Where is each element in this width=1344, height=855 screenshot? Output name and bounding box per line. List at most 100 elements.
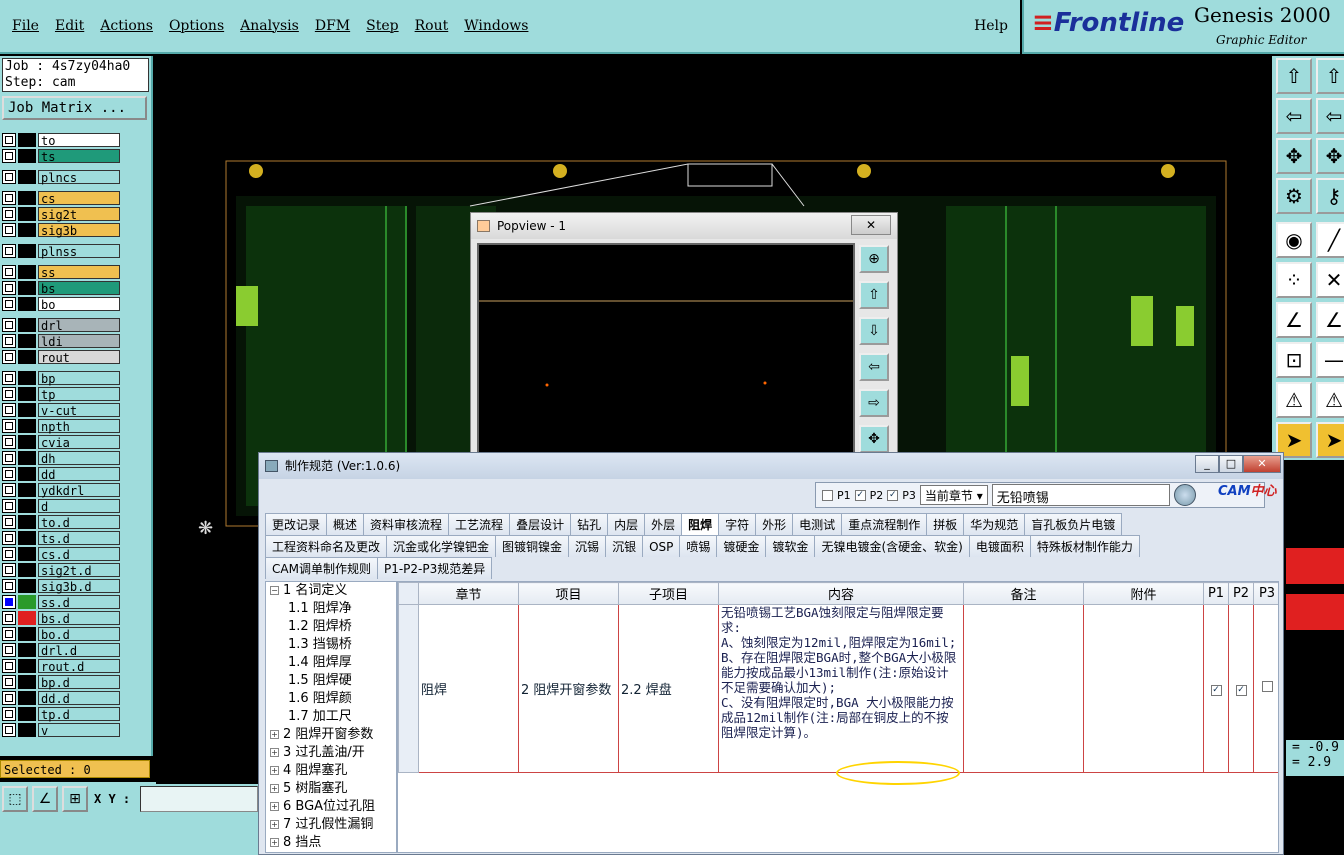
layer-name[interactable]: tp.d <box>38 707 120 722</box>
layer-swatch[interactable] <box>18 133 36 147</box>
expand-icon[interactable]: + <box>270 838 279 847</box>
layer-name[interactable]: v <box>38 723 120 738</box>
tab[interactable]: 概述 <box>326 513 365 535</box>
layer-checkbox[interactable] <box>2 675 16 689</box>
layer-swatch[interactable] <box>18 387 36 401</box>
layer-checkbox[interactable] <box>2 707 16 721</box>
pan-left-icon[interactable]: ⇦ <box>859 353 889 381</box>
layer-name[interactable]: drl.d <box>38 643 120 658</box>
layer-name[interactable]: to <box>38 133 120 148</box>
col-p2[interactable]: P2 <box>1228 582 1254 605</box>
line-icon[interactable]: ╱ <box>1316 222 1344 258</box>
layer-row[interactable]: sig3b <box>2 222 120 238</box>
layer-name[interactable]: plnss <box>38 244 120 259</box>
layer-swatch[interactable] <box>18 579 36 593</box>
layer-checkbox[interactable] <box>2 170 16 184</box>
tab[interactable]: 更改记录 <box>265 513 328 535</box>
row-p1-checkbox[interactable] <box>1210 685 1222 696</box>
expand-icon[interactable]: + <box>270 784 279 793</box>
col-remark[interactable]: 备注 <box>963 582 1084 605</box>
xy-input[interactable] <box>140 786 258 812</box>
layer-row[interactable]: dh <box>2 450 120 466</box>
scope-select[interactable]: 当前章节 ▾ <box>919 485 988 505</box>
layer-swatch[interactable] <box>18 318 36 332</box>
layer-checkbox[interactable] <box>2 659 16 673</box>
layer-checkbox[interactable] <box>2 547 16 561</box>
popview-canvas[interactable] <box>477 243 855 471</box>
tree-node[interactable]: +6 BGA位过孔阻 <box>266 798 396 816</box>
layer-checkbox[interactable] <box>2 691 16 705</box>
layer-swatch[interactable] <box>18 403 36 417</box>
layer-row[interactable]: cs <box>2 190 120 206</box>
layer-name[interactable]: ldi <box>38 334 120 349</box>
popview-close-button[interactable]: ✕ <box>851 215 891 235</box>
p1-checkbox[interactable] <box>822 489 833 501</box>
tab[interactable]: 字符 <box>718 513 757 535</box>
layer-name[interactable]: rout.d <box>38 659 120 674</box>
tree-node[interactable]: 1.7 加工尺 <box>266 708 396 726</box>
layer-row[interactable]: npth <box>2 418 120 434</box>
layer-row[interactable]: d <box>2 498 120 514</box>
fit-screen-icon[interactable]: ✥ <box>1276 138 1312 174</box>
layer-row[interactable]: dd <box>2 466 120 482</box>
menu-edit[interactable]: Edit <box>55 18 84 34</box>
menu-analysis[interactable]: Analysis <box>240 18 299 34</box>
menu-rout[interactable]: Rout <box>415 18 449 34</box>
layer-checkbox[interactable] <box>2 281 16 295</box>
layer-swatch[interactable] <box>18 207 36 221</box>
tab[interactable]: 镀软金 <box>765 535 816 557</box>
move-up-icon[interactable]: ⇧ <box>1276 58 1312 94</box>
layer-name[interactable]: rout <box>38 350 120 365</box>
layer-swatch[interactable] <box>18 467 36 481</box>
key-icon[interactable]: ⚷ <box>1316 178 1344 214</box>
layer-swatch[interactable] <box>18 515 36 529</box>
tab[interactable]: 电镀面积 <box>968 535 1031 557</box>
layer-swatch[interactable] <box>18 170 36 184</box>
layer-row[interactable]: ss <box>2 264 120 280</box>
warning-icon[interactable]: ⚠ <box>1276 382 1312 418</box>
tab[interactable]: 阻焊 <box>681 513 720 535</box>
layer-checkbox[interactable] <box>2 595 16 609</box>
layer-row[interactable]: bo <box>2 296 120 312</box>
tab[interactable]: 资料审核流程 <box>363 513 450 535</box>
layer-name[interactable]: cs.d <box>38 547 120 562</box>
layer-name[interactable]: v-cut <box>38 403 120 418</box>
warning2-icon[interactable]: ⚠ <box>1316 382 1344 418</box>
tab[interactable]: 外形 <box>755 513 794 535</box>
layer-swatch[interactable] <box>18 191 36 205</box>
layer-row[interactable]: plncs <box>2 169 120 185</box>
layer-swatch[interactable] <box>18 451 36 465</box>
layer-checkbox[interactable] <box>2 265 16 279</box>
pan-right-icon[interactable]: ⇨ <box>859 389 889 417</box>
tab[interactable]: 华为规范 <box>963 513 1026 535</box>
layer-checkbox[interactable] <box>2 403 16 417</box>
layer-row[interactable]: bo.d <box>2 626 120 642</box>
layer-name[interactable]: cs <box>38 191 120 206</box>
net-icon[interactable]: ⁘ <box>1276 262 1312 298</box>
layer-checkbox[interactable] <box>2 483 16 497</box>
tree-node[interactable]: 1.5 阻焊硬 <box>266 672 396 690</box>
layer-swatch[interactable] <box>18 627 36 641</box>
layer-row[interactable]: sig2t <box>2 206 120 222</box>
layer-name[interactable]: bs <box>38 281 120 296</box>
layer-swatch[interactable] <box>18 691 36 705</box>
tab[interactable]: 工艺流程 <box>448 513 511 535</box>
layer-row[interactable]: drl.d <box>2 642 120 658</box>
layer-swatch[interactable] <box>18 643 36 657</box>
pan-up-icon[interactable]: ⇧ <box>859 281 889 309</box>
layer-checkbox[interactable] <box>2 531 16 545</box>
tab[interactable]: 钻孔 <box>570 513 609 535</box>
tree-node[interactable]: 1.1 阻焊净 <box>266 600 396 618</box>
tree-node[interactable]: +7 过孔假性漏铜 <box>266 816 396 834</box>
menu-help[interactable]: Help <box>974 18 1008 34</box>
layer-row[interactable]: dd.d <box>2 690 120 706</box>
layer-row[interactable]: to.d <box>2 514 120 530</box>
menu-actions[interactable]: Actions <box>100 18 153 34</box>
layer-swatch[interactable] <box>18 499 36 513</box>
tab[interactable]: 图镀铜镍金 <box>495 535 570 557</box>
layer-swatch[interactable] <box>18 149 36 163</box>
layer-checkbox[interactable] <box>2 133 16 147</box>
zoom-area-icon[interactable]: ⬚ <box>2 786 28 812</box>
tab[interactable]: CAM调单制作规则 <box>265 557 378 579</box>
expand-icon[interactable]: + <box>270 730 279 739</box>
